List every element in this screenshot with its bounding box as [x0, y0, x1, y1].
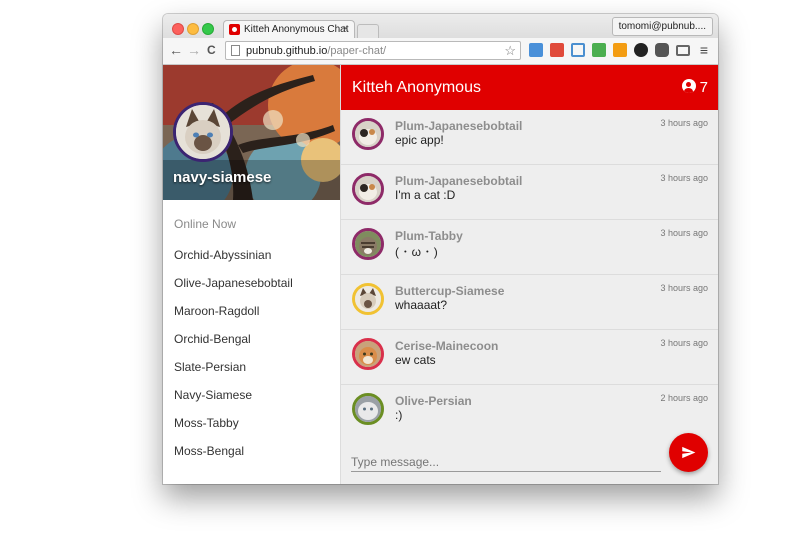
online-user-item[interactable]: Orchid-Abyssinian — [163, 241, 340, 269]
message-item: Buttercup-Siamese whaaaat? 3 hours ago — [341, 275, 718, 330]
browser-toolbar: ← → C pubnub.github.io/paper-chat/ ☆ ≡ — [163, 38, 718, 65]
eyedropper-extension-icon[interactable] — [529, 43, 543, 57]
profile-header: navy-siamese — [163, 65, 340, 200]
message-timestamp: 3 hours ago — [660, 228, 708, 238]
online-count-value: 7 — [699, 79, 708, 96]
message-author: Plum-Japanesebobtail — [395, 174, 523, 188]
profile-button[interactable]: tomomi@pubnub.... — [611, 17, 713, 36]
message-item: Plum-Japanesebobtail epic app! 3 hours a… — [341, 110, 718, 165]
message-item: Cerise-Mainecoon ew cats 3 hours ago — [341, 330, 718, 385]
cat-avatar-icon — [352, 393, 384, 425]
pubnub-favicon-icon — [229, 24, 240, 35]
cat-avatar-icon — [352, 118, 384, 150]
page-icon — [231, 45, 240, 56]
browser-tab[interactable]: Kitteh Anonymous Chat × — [223, 20, 355, 39]
room-title: Kitteh Anonymous — [352, 79, 481, 96]
message-text: :) — [395, 408, 403, 422]
message-author: Plum-Japanesebobtail — [395, 119, 523, 133]
cat-avatar-icon — [352, 228, 384, 260]
user-avatar — [173, 102, 233, 162]
message-timestamp: 3 hours ago — [660, 173, 708, 183]
browser-window: Kitteh Anonymous Chat × tomomi@pubnub...… — [163, 14, 718, 484]
message-author: Olive-Persian — [395, 394, 472, 408]
book-extension-icon[interactable] — [550, 43, 564, 57]
message-author: Plum-Tabby — [395, 229, 463, 243]
screenshot-extension-icon[interactable] — [571, 43, 585, 57]
message-text: I'm a cat :D — [395, 188, 456, 202]
message-item: Plum-Tabby ( ･ ω ･ ) 3 hours ago — [341, 220, 718, 275]
online-user-item[interactable]: Maroon-Ragdoll — [163, 297, 340, 325]
chat-panel: Kitteh Anonymous 7 Plum-Japanesebobtail … — [341, 65, 718, 484]
message-timestamp: 3 hours ago — [660, 338, 708, 348]
online-user-item[interactable]: Slate-Persian — [163, 353, 340, 381]
chart-extension-icon[interactable] — [613, 43, 627, 57]
reload-icon[interactable]: C — [207, 42, 216, 58]
message-text: ew cats — [395, 353, 436, 367]
chat-header: Kitteh Anonymous 7 — [341, 65, 718, 110]
message-item: Plum-Japanesebobtail I'm a cat :D 3 hour… — [341, 165, 718, 220]
new-tab-button[interactable] — [357, 24, 379, 39]
message-timestamp: 3 hours ago — [660, 283, 708, 293]
online-user-item[interactable]: Orchid-Bengal — [163, 325, 340, 353]
message-item: Olive-Persian :) 2 hours ago — [341, 385, 718, 439]
online-user-item[interactable]: Moss-Bengal — [163, 437, 340, 465]
tab-close-icon[interactable]: × — [343, 23, 349, 35]
cat-avatar-icon — [352, 338, 384, 370]
browser-titlebar: Kitteh Anonymous Chat × tomomi@pubnub...… — [163, 14, 718, 39]
evernote-clip-extension-icon[interactable] — [592, 43, 606, 57]
online-count[interactable]: 7 — [681, 79, 708, 96]
sidebar: navy-siamese Online Now Orchid-Abyssinia… — [163, 65, 341, 484]
message-text: ( ･ ω ･ ) — [395, 245, 438, 259]
colorpicker-extension-icon[interactable] — [634, 43, 648, 57]
message-list: Plum-Japanesebobtail epic app! 3 hours a… — [341, 110, 718, 439]
message-text: epic app! — [395, 133, 444, 147]
message-timestamp: 3 hours ago — [660, 118, 708, 128]
url-text: pubnub.github.io/paper-chat/ — [246, 45, 386, 57]
minimize-window-button[interactable] — [187, 23, 199, 35]
message-timestamp: 2 hours ago — [660, 393, 708, 403]
online-user-item[interactable]: Olive-Japanesebobtail — [163, 269, 340, 297]
address-bar[interactable]: pubnub.github.io/paper-chat/ ☆ — [225, 41, 521, 60]
send-icon — [682, 446, 696, 459]
online-user-list: Orchid-Abyssinian Olive-Japanesebobtail … — [163, 241, 340, 465]
back-arrow-icon[interactable]: ← — [169, 42, 183, 58]
current-username: navy-siamese — [173, 169, 272, 186]
tab-title: Kitteh Anonymous Chat — [244, 24, 349, 35]
message-input[interactable] — [351, 453, 661, 472]
zoom-window-button[interactable] — [202, 23, 214, 35]
message-author: Buttercup-Siamese — [395, 284, 505, 298]
chrome-menu-icon[interactable]: ≡ — [700, 43, 708, 57]
cat-avatar-icon — [352, 283, 384, 315]
forward-arrow-icon[interactable]: → — [187, 42, 201, 58]
url-path: /paper-chat/ — [327, 45, 387, 57]
siamese-cat-avatar-icon — [176, 105, 230, 159]
send-button[interactable] — [669, 433, 708, 472]
online-now-heading: Online Now — [174, 217, 237, 231]
evernote-extension-icon[interactable] — [655, 43, 669, 57]
online-user-item[interactable]: Navy-Siamese — [163, 381, 340, 409]
close-window-button[interactable] — [172, 23, 184, 35]
url-host: pubnub.github.io — [246, 45, 328, 57]
cast-extension-icon[interactable] — [676, 45, 690, 56]
account-circle-icon — [681, 79, 696, 93]
message-author: Cerise-Mainecoon — [395, 339, 499, 353]
online-user-item[interactable]: Moss-Tabby — [163, 409, 340, 437]
message-text: whaaaat? — [395, 298, 448, 312]
cat-avatar-icon — [352, 173, 384, 205]
bookmark-star-icon[interactable]: ☆ — [504, 43, 516, 59]
